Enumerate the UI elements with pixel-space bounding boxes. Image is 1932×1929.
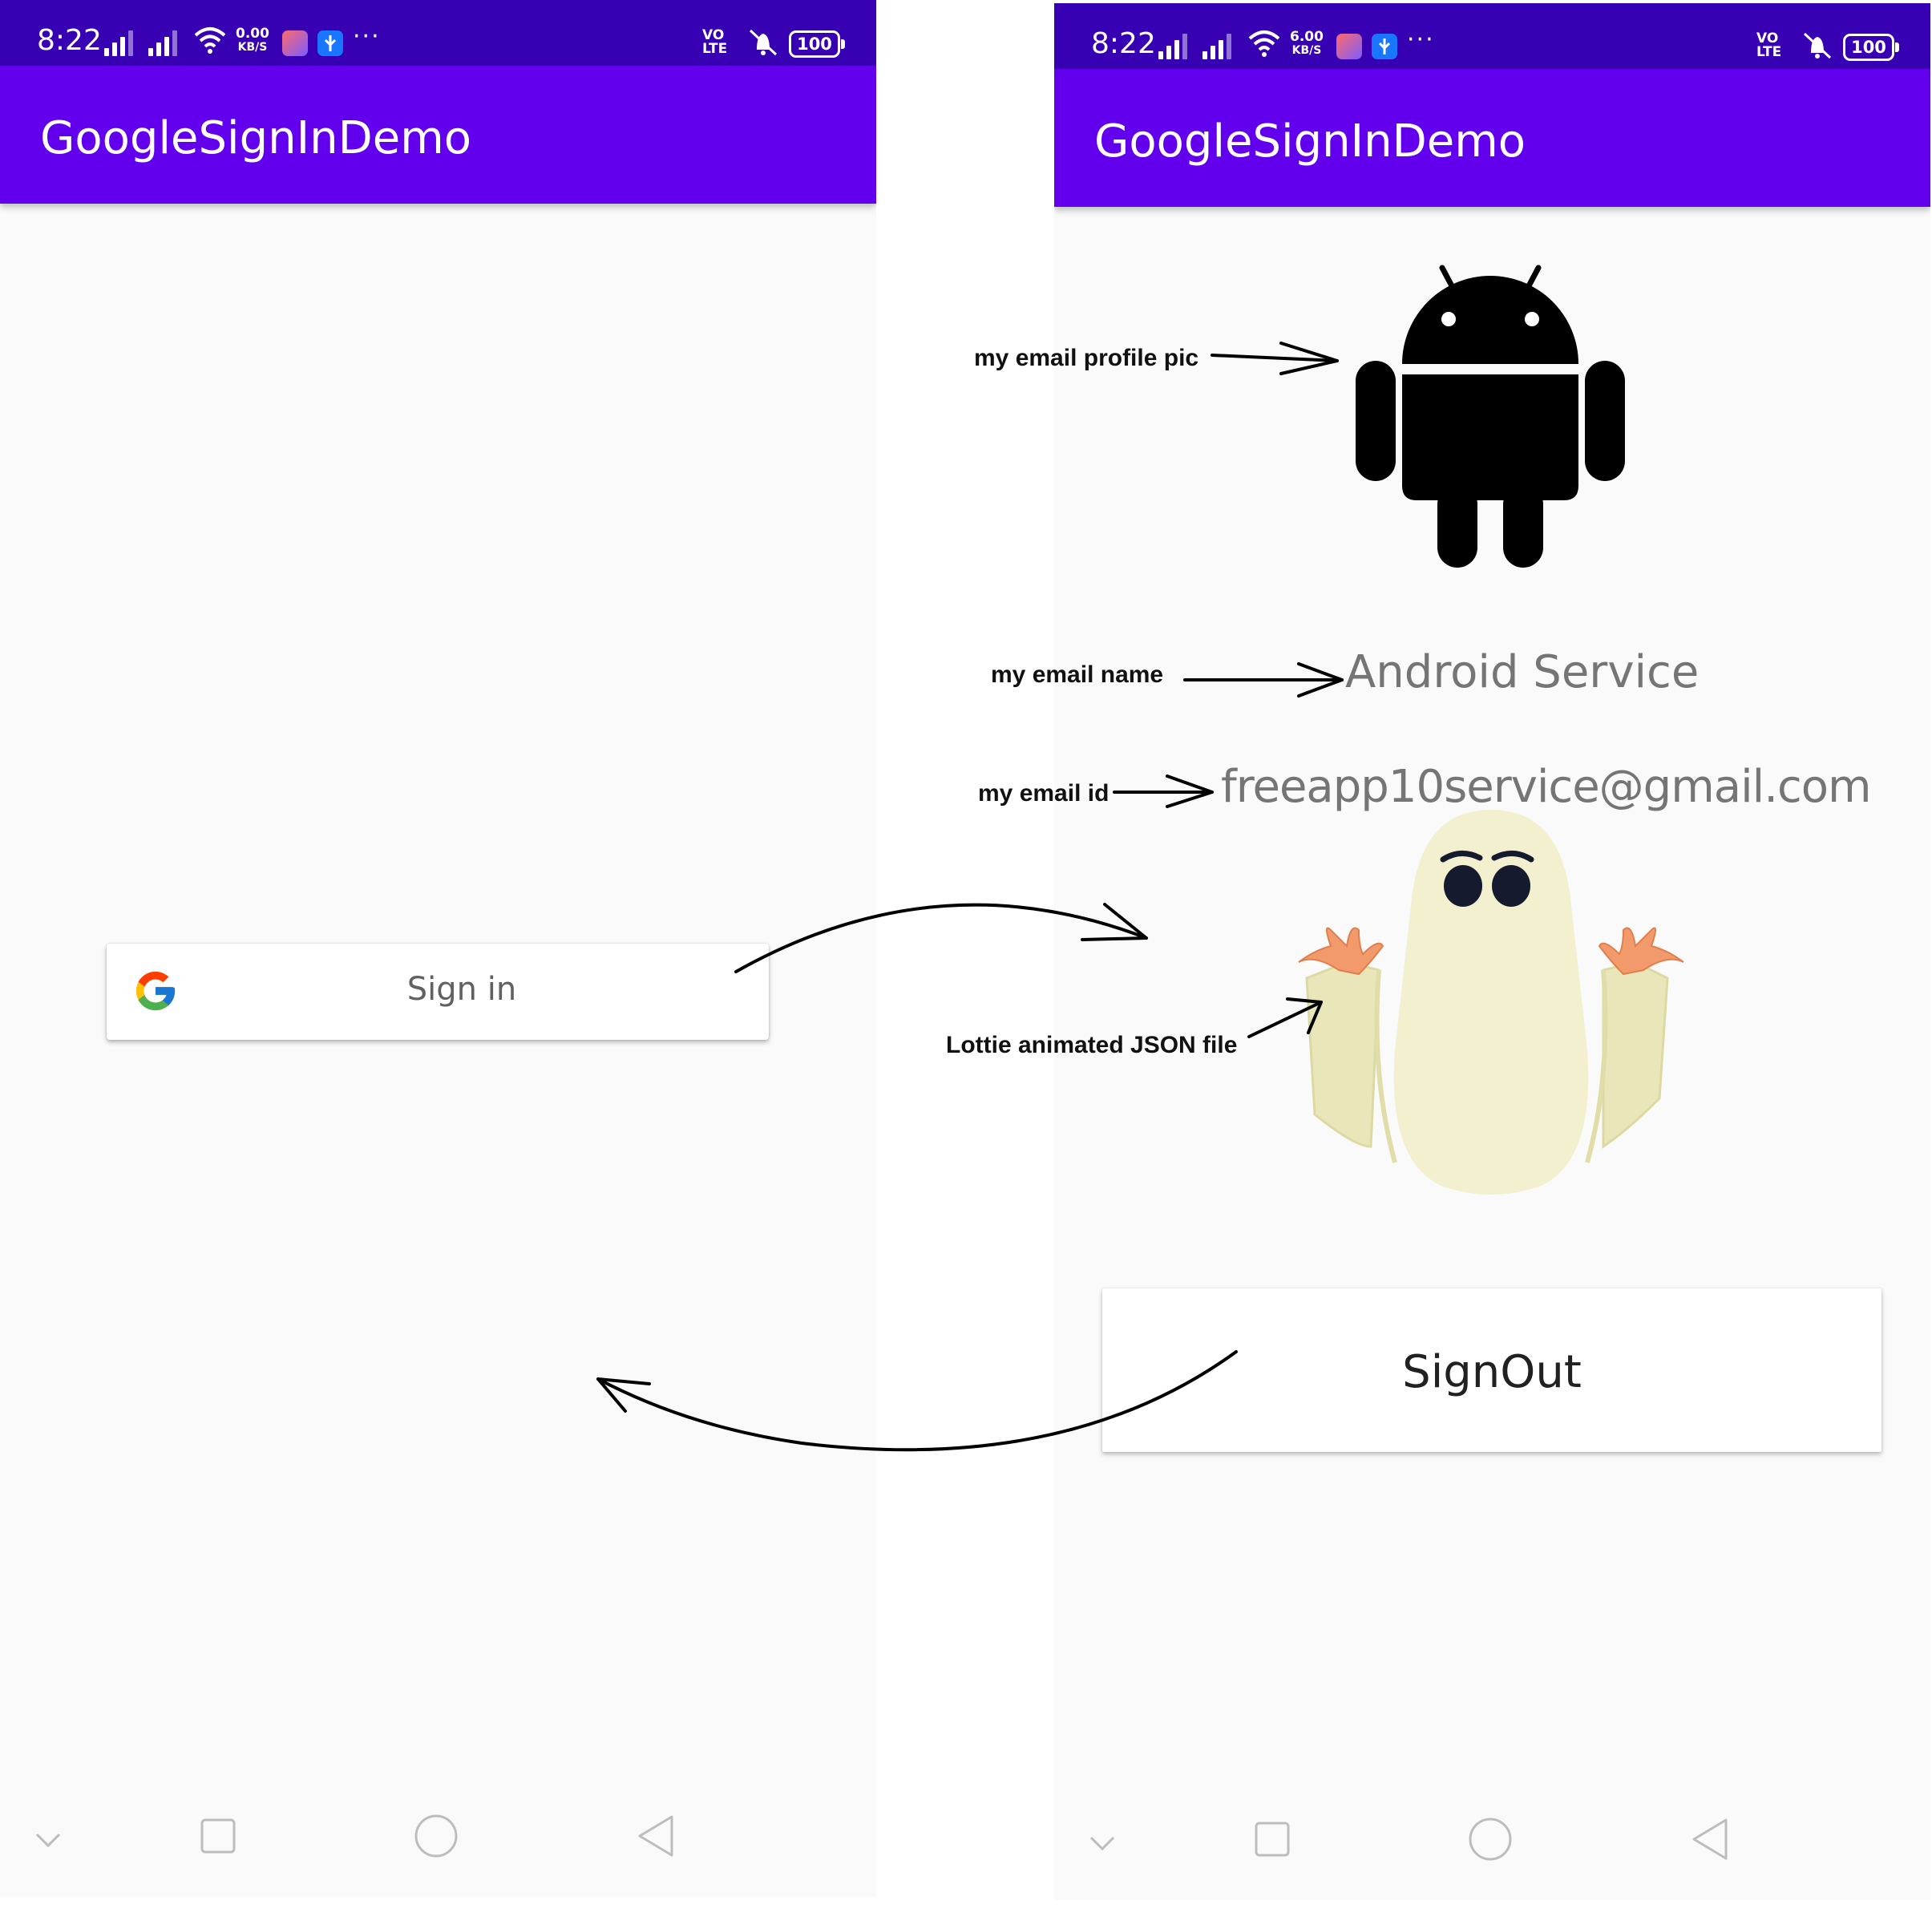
volte-bottom: LTE bbox=[1756, 44, 1782, 60]
status-bar: 8:22 0.00 KB/S ··· VO LTE 100 bbox=[0, 0, 876, 66]
chevron-down-icon[interactable] bbox=[32, 1828, 64, 1852]
usb-notification-icon bbox=[1372, 34, 1397, 59]
back-triangle-icon[interactable] bbox=[635, 1814, 677, 1858]
network-speed: 0.00 KB/S bbox=[232, 27, 273, 55]
status-time: 8:22 bbox=[37, 24, 102, 57]
signal-icon bbox=[1202, 32, 1231, 59]
signal-icon bbox=[1158, 32, 1187, 59]
status-time: 8:22 bbox=[1091, 27, 1156, 60]
sign-out-label: SignOut bbox=[1402, 1346, 1582, 1398]
volte-icon: VO LTE bbox=[702, 29, 739, 56]
app-title: GoogleSignInDemo bbox=[40, 112, 472, 164]
volte-bottom: LTE bbox=[702, 41, 728, 57]
ghost-lottie-animation bbox=[1298, 810, 1684, 1195]
status-bar: 8:22 6.00 KB/S ··· VO LTE 100 bbox=[1054, 3, 1930, 69]
chevron-down-icon[interactable] bbox=[1086, 1831, 1118, 1855]
battery-indicator: 100 bbox=[1843, 34, 1899, 61]
navigation-bar bbox=[1054, 1796, 1930, 1900]
notification-app-icon bbox=[1336, 34, 1362, 59]
mute-bell-icon bbox=[749, 29, 778, 56]
volte-icon: VO LTE bbox=[1756, 32, 1793, 59]
app-title: GoogleSignInDemo bbox=[1094, 115, 1526, 168]
app-bar: GoogleSignInDemo bbox=[1054, 69, 1930, 207]
profile-name: Android Service bbox=[1345, 646, 1700, 698]
signal-icon bbox=[148, 29, 177, 56]
network-speed: 6.00 KB/S bbox=[1287, 30, 1327, 58]
google-sign-in-button[interactable]: Sign in bbox=[107, 944, 769, 1040]
more-notifications-icon: ··· bbox=[353, 22, 381, 51]
battery-indicator: 100 bbox=[789, 30, 845, 58]
sign-in-label: Sign in bbox=[406, 971, 517, 1008]
signal-icon bbox=[104, 29, 133, 56]
sign-out-button[interactable]: SignOut bbox=[1102, 1288, 1881, 1452]
back-triangle-icon[interactable] bbox=[1689, 1817, 1731, 1862]
recents-square-icon[interactable] bbox=[199, 1817, 237, 1855]
wifi-icon bbox=[1248, 30, 1280, 57]
usb-notification-icon bbox=[317, 30, 343, 56]
signed-out-screen: 8:22 0.00 KB/S ··· VO LTE 100 GoogleSign… bbox=[0, 0, 876, 1897]
signed-in-screen: 8:22 6.00 KB/S ··· VO LTE 100 GoogleSign… bbox=[1054, 3, 1930, 1900]
mute-bell-icon bbox=[1803, 32, 1832, 59]
more-notifications-icon: ··· bbox=[1407, 26, 1435, 54]
network-speed-unit: KB/S bbox=[1291, 44, 1322, 57]
app-bar: GoogleSignInDemo bbox=[0, 66, 876, 204]
network-speed-value: 6.00 bbox=[1290, 29, 1324, 45]
wifi-icon bbox=[194, 27, 226, 54]
profile-email: freeapp10service@gmail.com bbox=[1221, 761, 1872, 813]
navigation-bar bbox=[0, 1793, 876, 1897]
network-speed-value: 0.00 bbox=[236, 26, 269, 42]
home-circle-icon[interactable] bbox=[414, 1814, 459, 1858]
home-circle-icon[interactable] bbox=[1468, 1817, 1513, 1862]
notification-app-icon bbox=[282, 30, 308, 56]
network-speed-unit: KB/S bbox=[237, 41, 268, 54]
android-robot-icon bbox=[1356, 265, 1625, 568]
recents-square-icon[interactable] bbox=[1253, 1820, 1291, 1858]
